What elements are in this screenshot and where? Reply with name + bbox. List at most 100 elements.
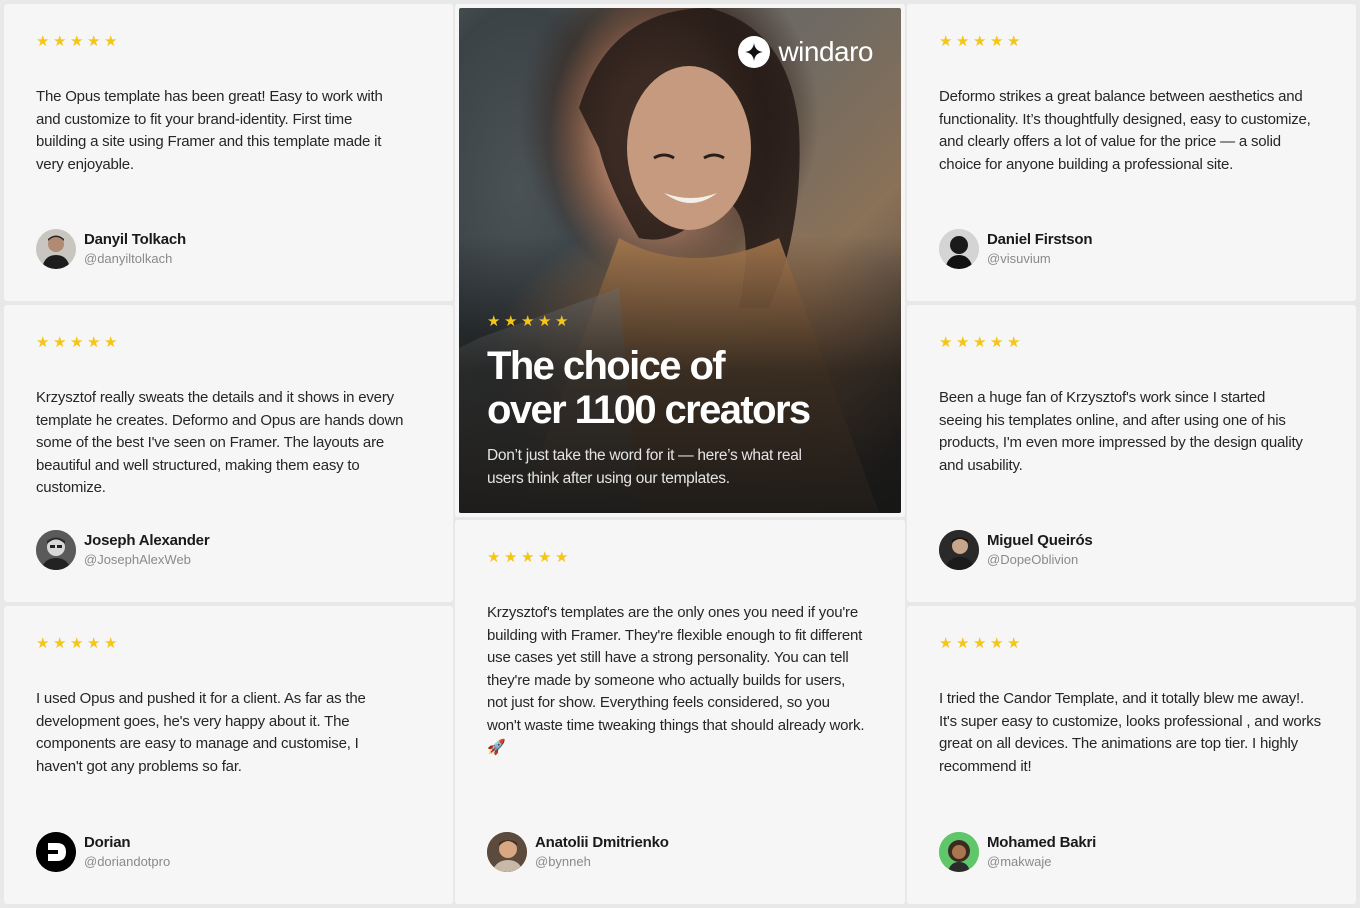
rating-stars: ★ ★ ★ ★ ★	[939, 34, 1324, 50]
star-icon: ★	[53, 333, 67, 351]
star-icon: ★	[939, 634, 953, 652]
star-icon: ★	[990, 333, 1004, 351]
star-icon: ★	[1007, 634, 1021, 652]
star-icon: ★	[487, 312, 501, 330]
avatar	[939, 229, 979, 269]
rating-stars: ★ ★ ★ ★ ★	[939, 335, 1324, 351]
hero-photo: windaro ★ ★ ★ ★ ★ The choice of over 1100 cr…	[459, 8, 901, 513]
star-icon: ★	[939, 32, 953, 50]
hero-title: The choice of over 1100 creators	[487, 344, 873, 432]
testimonial-quote: I tried the Candor Template, and it tota…	[939, 690, 1321, 775]
testimonial-card: ★ ★ ★ ★ ★ The Opus template has been great! …	[4, 4, 453, 301]
avatar	[939, 832, 979, 872]
star-icon: ★	[973, 32, 987, 50]
testimonial-quote: I used Opus and pushed it for a client. …	[36, 690, 366, 775]
star-icon: ★	[53, 634, 67, 652]
star-icon: ★	[87, 32, 101, 50]
author-handle: @DopeOblivion	[987, 552, 1079, 567]
hero-card: windaro ★ ★ ★ ★ ★ The choice of over 1100 cr…	[455, 4, 905, 517]
hero-content: ★ ★ ★ ★ ★ The choice of over 1100 creators D…	[487, 314, 873, 490]
author: Danyil Tolkach @danyiltolkach	[36, 229, 186, 269]
star-icon: ★	[36, 32, 50, 50]
testimonial-card: ★ ★ ★ ★ ★ I tried the Candor Template, and i…	[907, 606, 1356, 904]
star-icon: ★	[104, 32, 118, 50]
star-icon: ★	[70, 634, 84, 652]
sparkle-icon	[738, 36, 771, 68]
star-icon: ★	[504, 312, 518, 330]
rating-stars: ★ ★ ★ ★ ★	[939, 636, 1324, 652]
testimonial-card: ★ ★ ★ ★ ★ Krzysztof's templates are the only…	[455, 520, 905, 904]
author: Mohamed Bakri @makwaje	[939, 832, 1096, 872]
rating-stars: ★ ★ ★ ★ ★	[36, 636, 421, 652]
hero-subtitle: Don’t just take the word for it — here’s…	[487, 447, 802, 487]
author: Joseph Alexander @JosephAlexWeb	[36, 530, 210, 570]
testimonial-card: ★ ★ ★ ★ ★ I used Opus and pushed it for a cl…	[4, 606, 453, 904]
star-icon: ★	[504, 548, 518, 566]
star-icon: ★	[538, 548, 552, 566]
star-icon: ★	[990, 634, 1004, 652]
avatar	[939, 530, 979, 570]
testimonial-quote: Been a huge fan of Krzysztof's work sinc…	[939, 389, 1303, 474]
author-name: Anatolii Dmitrienko	[535, 834, 669, 851]
star-icon: ★	[956, 634, 970, 652]
star-icon: ★	[36, 333, 50, 351]
star-icon: ★	[104, 333, 118, 351]
star-icon: ★	[555, 312, 569, 330]
star-icon: ★	[973, 333, 987, 351]
hero-title-line: The choice of	[487, 344, 726, 388]
star-icon: ★	[555, 548, 569, 566]
testimonial-quote: Krzysztof really sweats the details and …	[36, 389, 404, 496]
star-icon: ★	[956, 333, 970, 351]
testimonials-grid: ★ ★ ★ ★ ★ The Opus template has been great! …	[0, 0, 1360, 908]
author-name: Joseph Alexander	[84, 532, 210, 549]
brand-name: windaro	[778, 36, 873, 67]
author-name: Danyil Tolkach	[84, 231, 186, 248]
author: Miguel Queirós @DopeOblivion	[939, 530, 1093, 570]
author-handle: @bynneh	[535, 854, 591, 869]
author: Dorian @doriandotpro	[36, 832, 170, 872]
author-handle: @visuvium	[987, 251, 1051, 266]
author-handle: @makwaje	[987, 854, 1052, 869]
star-icon: ★	[104, 634, 118, 652]
rating-stars: ★ ★ ★ ★ ★	[487, 314, 873, 330]
star-icon: ★	[521, 312, 535, 330]
star-icon: ★	[538, 312, 552, 330]
star-icon: ★	[973, 634, 987, 652]
star-icon: ★	[1007, 333, 1021, 351]
testimonial-quote: The Opus template has been great! Easy t…	[36, 88, 383, 173]
star-icon: ★	[70, 32, 84, 50]
star-icon: ★	[36, 634, 50, 652]
testimonial-quote: Krzysztof's templates are the only ones …	[487, 604, 865, 756]
avatar	[487, 832, 527, 872]
testimonial-card: ★ ★ ★ ★ ★ Krzysztof really sweats the detail…	[4, 305, 453, 602]
avatar	[36, 229, 76, 269]
testimonial-card: ★ ★ ★ ★ ★ Been a huge fan of Krzysztof's wor…	[907, 305, 1356, 602]
rating-stars: ★ ★ ★ ★ ★	[36, 34, 421, 50]
author-handle: @JosephAlexWeb	[84, 552, 191, 567]
author-handle: @danyiltolkach	[84, 251, 173, 266]
author-name: Daniel Firstson	[987, 231, 1093, 248]
star-icon: ★	[87, 634, 101, 652]
testimonial-quote: Deformo strikes a great balance between …	[939, 88, 1311, 173]
rating-stars: ★ ★ ★ ★ ★	[487, 550, 873, 566]
star-icon: ★	[70, 333, 84, 351]
brand-logo[interactable]: windaro	[738, 36, 873, 68]
hero-title-line: over 1100 creators	[487, 388, 811, 432]
author-name: Miguel Queirós	[987, 532, 1093, 549]
author-name: Mohamed Bakri	[987, 834, 1097, 851]
avatar	[36, 832, 76, 872]
star-icon: ★	[87, 333, 101, 351]
rating-stars: ★ ★ ★ ★ ★	[36, 335, 421, 351]
star-icon: ★	[1007, 32, 1021, 50]
star-icon: ★	[956, 32, 970, 50]
testimonial-card: ★ ★ ★ ★ ★ Deformo strikes a great balance be…	[907, 4, 1356, 301]
author: Daniel Firstson @visuvium	[939, 229, 1093, 269]
author: Anatolii Dmitrienko @bynneh	[487, 832, 669, 872]
author-name: Dorian	[84, 834, 131, 851]
star-icon: ★	[487, 548, 501, 566]
avatar	[36, 530, 76, 570]
star-icon: ★	[939, 333, 953, 351]
star-icon: ★	[990, 32, 1004, 50]
author-handle: @doriandotpro	[84, 854, 171, 869]
star-icon: ★	[53, 32, 67, 50]
